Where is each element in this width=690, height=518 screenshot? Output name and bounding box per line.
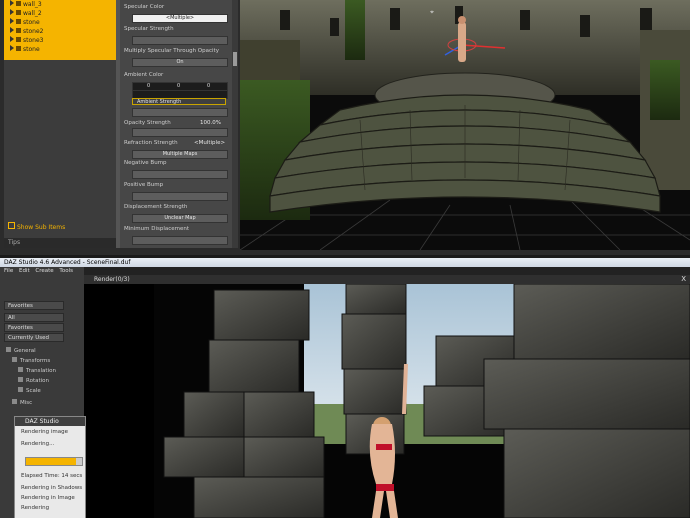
- tree-transforms[interactable]: Transforms: [12, 357, 50, 364]
- progress-line: Rendering in Image: [21, 495, 75, 501]
- favorites-dropdown[interactable]: Favorites: [4, 301, 64, 310]
- dialog-title: DAZ Studio: [15, 417, 85, 426]
- expand-icon[interactable]: [10, 18, 14, 24]
- node-icon: [16, 37, 21, 42]
- menu-bar: File Edit Create Tools: [0, 267, 84, 275]
- progress-status: Rendering image: [21, 429, 68, 435]
- tips-tab[interactable]: Tips: [4, 238, 116, 248]
- property-label: Multiply Specular Through Opacity: [124, 48, 219, 54]
- scene-panel: wall_3 wall_2 stone stone2 stone3 stone …: [4, 0, 117, 248]
- svg-text:⌖: ⌖: [430, 8, 434, 16]
- scene-item[interactable]: stone3: [10, 36, 43, 45]
- filter-currently-used[interactable]: Currently Used: [4, 333, 64, 342]
- render-window: Render(0/3) X: [84, 275, 690, 518]
- opacity-value: 100.0%: [200, 120, 221, 126]
- scene-item[interactable]: stone2: [10, 27, 43, 36]
- property-label: Minimum Displacement: [124, 226, 190, 232]
- expand-icon[interactable]: [10, 36, 14, 42]
- progress-fill: [26, 458, 77, 465]
- node-icon: [16, 1, 21, 6]
- expand-icon[interactable]: [10, 27, 14, 33]
- tree-translation[interactable]: Translation: [18, 367, 56, 374]
- ambient-strength-slider[interactable]: [132, 108, 228, 117]
- render-title-bar: Render(0/3): [84, 275, 690, 284]
- close-button[interactable]: X: [681, 275, 686, 284]
- expand-icon[interactable]: [10, 0, 14, 6]
- tree-general[interactable]: General: [6, 347, 36, 354]
- filter-all[interactable]: All: [4, 313, 64, 322]
- multiple-maps-field[interactable]: Multiple Maps: [132, 150, 228, 159]
- scene-tree: wall_3 wall_2 stone stone2 stone3 stone: [4, 0, 116, 60]
- folder-icon: [18, 367, 23, 372]
- property-label: Displacement Strength: [124, 204, 188, 210]
- node-icon: [16, 10, 21, 15]
- tree-rotation[interactable]: Rotation: [18, 377, 49, 384]
- scene-item[interactable]: stone: [10, 45, 40, 54]
- expand-icon[interactable]: [10, 45, 14, 51]
- top-screenshot: wall_3 wall_2 stone stone2 stone3 stone …: [0, 0, 690, 255]
- window-title-bar: DAZ Studio 4.6 Advanced - SceneFinal.duf: [0, 258, 690, 267]
- progress-rendering: Rendering...: [21, 441, 55, 447]
- node-icon: [16, 28, 21, 33]
- refraction-value: <Multiple>: [194, 140, 226, 146]
- progress-line: Rendering in Shadows: [21, 485, 83, 491]
- menu-create[interactable]: Create: [35, 268, 53, 274]
- folder-icon: [18, 377, 23, 382]
- viewport-scene: ⌖: [240, 0, 690, 250]
- positive-bump-slider[interactable]: [132, 192, 228, 201]
- expand-icon[interactable]: [10, 9, 14, 15]
- specular-color-field[interactable]: <Multiple>: [132, 14, 228, 23]
- node-icon: [16, 19, 21, 24]
- surfaces-panel: Specular Color <Multiple> Specular Stren…: [120, 0, 233, 248]
- specular-strength-slider[interactable]: [132, 36, 228, 45]
- folder-icon: [12, 357, 17, 362]
- property-label: Negative Bump: [124, 160, 167, 166]
- property-label: Specular Strength: [124, 26, 174, 32]
- elapsed-time: Elapsed Time: 14 secs: [21, 473, 83, 479]
- show-sub-items-checkbox[interactable]: Show Sub Items: [8, 222, 65, 231]
- progress-line: Rendering: [21, 505, 50, 511]
- ambient-strength-field[interactable]: Ambient Strength: [132, 98, 226, 105]
- folder-icon: [6, 347, 11, 352]
- property-label: Specular Color: [124, 4, 165, 10]
- render-image: [154, 284, 690, 518]
- property-label: Ambient Color: [124, 72, 164, 78]
- menu-edit[interactable]: Edit: [19, 268, 30, 274]
- checkbox-icon[interactable]: [8, 222, 15, 229]
- scene-item[interactable]: wall_3: [10, 0, 42, 9]
- folder-icon: [18, 387, 23, 392]
- surfaces-scrollbar[interactable]: [232, 0, 238, 248]
- node-icon: [16, 46, 21, 51]
- viewport-3d[interactable]: ⌖: [240, 0, 690, 250]
- negative-bump-slider[interactable]: [132, 170, 228, 179]
- property-label: Opacity Strength: [124, 120, 171, 126]
- multiply-specular-toggle[interactable]: On: [132, 58, 228, 67]
- property-label: Positive Bump: [124, 182, 164, 188]
- progress-bar: [25, 457, 83, 466]
- render-progress-dialog: DAZ Studio Rendering image Rendering... …: [14, 416, 86, 518]
- tree-scale[interactable]: Scale: [18, 387, 41, 394]
- minimum-displacement-slider[interactable]: [132, 236, 228, 245]
- folder-icon: [12, 399, 17, 404]
- scene-item[interactable]: stone: [10, 18, 40, 27]
- property-label: Refraction Strength: [124, 140, 178, 146]
- scene-item[interactable]: wall_2: [10, 9, 42, 18]
- displacement-map-field[interactable]: Unclear Map: [132, 214, 228, 223]
- opacity-slider[interactable]: [132, 128, 228, 137]
- tree-misc[interactable]: Misc: [12, 399, 32, 406]
- scrollbar-thumb[interactable]: [233, 52, 237, 66]
- render-output: [154, 284, 690, 518]
- bottom-screenshot: DAZ Studio 4.6 Advanced - SceneFinal.duf…: [0, 258, 690, 518]
- menu-tools[interactable]: Tools: [59, 268, 73, 274]
- filter-favorites[interactable]: Favorites: [4, 323, 64, 332]
- menu-file[interactable]: File: [4, 268, 13, 274]
